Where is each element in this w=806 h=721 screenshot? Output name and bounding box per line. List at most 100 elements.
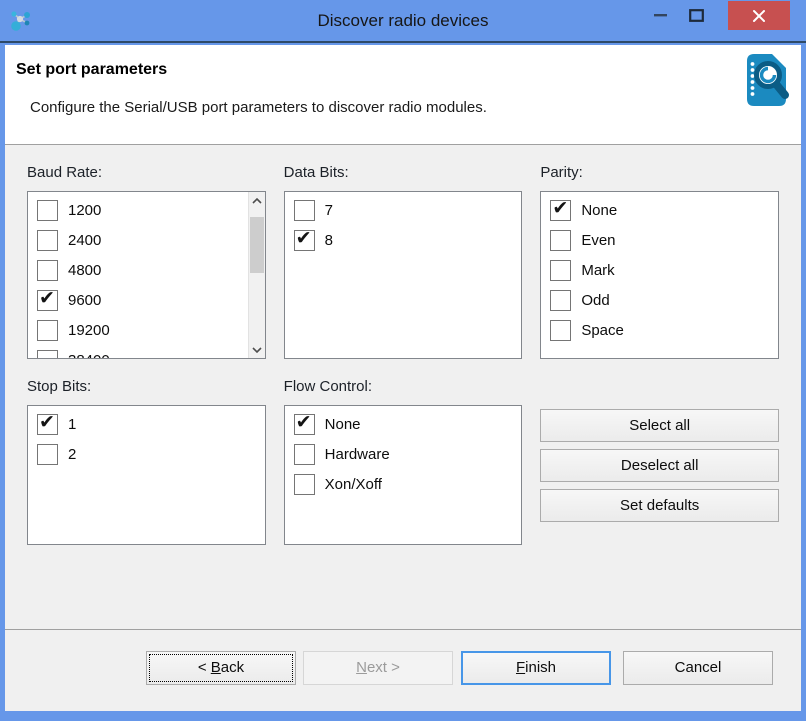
checkbox-label: Xon/Xoff xyxy=(325,476,382,493)
baud-rate-scrollbar[interactable] xyxy=(248,192,265,358)
checkbox-option[interactable]: Even xyxy=(541,225,778,255)
unchecked-checkbox[interactable] xyxy=(37,444,58,465)
titlebar[interactable]: Discover radio devices xyxy=(0,0,806,43)
unchecked-checkbox[interactable] xyxy=(37,350,58,360)
baud-rate-group: Baud Rate: 1200 2400 4800 ✔ 9600 19200 38400 xyxy=(27,162,266,359)
checkbox-label: 2 xyxy=(68,446,76,463)
chevron-down-icon xyxy=(252,347,262,353)
unchecked-checkbox[interactable] xyxy=(37,200,58,221)
minimize-icon xyxy=(654,14,667,17)
checked-checkbox[interactable]: ✔ xyxy=(294,230,315,251)
select-all-button[interactable]: Select all xyxy=(540,409,779,442)
flow-control-list: ✔ None Hardware Xon/Xoff xyxy=(284,405,523,545)
parity-options: ✔ None Even Mark Odd Space xyxy=(541,195,778,345)
checkbox-option[interactable]: 1200 xyxy=(28,195,265,225)
unchecked-checkbox[interactable] xyxy=(37,230,58,251)
checked-checkbox[interactable]: ✔ xyxy=(37,290,58,311)
flow-control-label: Flow Control: xyxy=(284,376,523,398)
set-defaults-button[interactable]: Set defaults xyxy=(540,489,779,522)
checkmark-icon: ✔ xyxy=(39,287,55,311)
checkbox-option[interactable]: Space xyxy=(541,315,778,345)
unchecked-checkbox[interactable] xyxy=(550,290,571,311)
checkbox-label: 19200 xyxy=(68,322,110,339)
selection-buttons: Select all Deselect all Set defaults xyxy=(540,376,779,545)
checkmark-icon: ✔ xyxy=(296,227,312,251)
stop-bits-list: ✔12 xyxy=(27,405,266,545)
checkbox-option[interactable]: ✔1 xyxy=(28,409,265,439)
unchecked-checkbox[interactable] xyxy=(294,474,315,495)
checkbox-label: Hardware xyxy=(325,446,390,463)
data-bits-list: 7✔8 xyxy=(284,191,523,359)
checkbox-option[interactable]: Xon/Xoff xyxy=(285,469,522,499)
checkbox-label: 8 xyxy=(325,232,333,249)
checkbox-label: 4800 xyxy=(68,262,101,279)
finish-button[interactable]: Finish xyxy=(461,651,611,685)
baud-rate-options: 1200 2400 4800 ✔ 9600 19200 38400 xyxy=(28,195,265,359)
checkbox-option[interactable]: Odd xyxy=(541,285,778,315)
checkbox-option[interactable]: 2400 xyxy=(28,225,265,255)
checkbox-label: Even xyxy=(581,232,615,249)
unchecked-checkbox[interactable] xyxy=(550,320,571,341)
checkbox-label: 1 xyxy=(68,416,76,433)
maximize-button[interactable] xyxy=(682,1,711,30)
scrollbar-thumb[interactable] xyxy=(250,217,264,273)
checkbox-option[interactable]: 19200 xyxy=(28,315,265,345)
checkbox-label: Space xyxy=(581,322,624,339)
checked-checkbox[interactable]: ✔ xyxy=(294,414,315,435)
data-bits-label: Data Bits: xyxy=(284,162,523,184)
scrollbar-down-button[interactable] xyxy=(249,341,265,358)
unchecked-checkbox[interactable] xyxy=(550,230,571,251)
radio-module-search-icon xyxy=(743,51,791,109)
checkbox-label: None xyxy=(581,202,617,219)
close-icon xyxy=(752,9,766,23)
chevron-up-icon xyxy=(252,198,262,204)
checked-checkbox[interactable]: ✔ xyxy=(37,414,58,435)
checkbox-label: Odd xyxy=(581,292,609,309)
back-button[interactable]: < Back xyxy=(146,651,296,685)
checkbox-option[interactable]: 4800 xyxy=(28,255,265,285)
maximize-icon xyxy=(689,9,704,22)
checkbox-label: 38400 xyxy=(68,352,110,360)
close-button[interactable] xyxy=(728,1,790,30)
checkmark-icon: ✔ xyxy=(552,197,568,221)
data-bits-options: 7✔8 xyxy=(285,195,522,255)
unchecked-checkbox[interactable] xyxy=(37,320,58,341)
checkbox-label: None xyxy=(325,416,361,433)
parameters-row-1: Baud Rate: 1200 2400 4800 ✔ 9600 19200 38400 xyxy=(27,162,779,359)
checkbox-option[interactable]: 38400 xyxy=(28,345,265,359)
scrollbar-up-button[interactable] xyxy=(249,192,265,209)
discover-radio-devices-dialog: Discover radio devices Set port paramete… xyxy=(0,0,806,721)
unchecked-checkbox[interactable] xyxy=(294,444,315,465)
unchecked-checkbox[interactable] xyxy=(550,260,571,281)
checkbox-option[interactable]: ✔ 9600 xyxy=(28,285,265,315)
cancel-button[interactable]: Cancel xyxy=(623,651,773,685)
wizard-header: Set port parameters Configure the Serial… xyxy=(5,45,801,145)
stop-bits-label: Stop Bits: xyxy=(27,376,266,398)
stop-bits-group: Stop Bits: ✔12 xyxy=(27,376,266,545)
checkbox-label: 1200 xyxy=(68,202,101,219)
checkbox-option[interactable]: Hardware xyxy=(285,439,522,469)
page-title: Set port parameters xyxy=(16,61,167,79)
baud-rate-label: Baud Rate: xyxy=(27,162,266,184)
checkmark-icon: ✔ xyxy=(296,411,312,435)
checkbox-option[interactable]: ✔ None xyxy=(285,409,522,439)
checkbox-option[interactable]: ✔8 xyxy=(285,225,522,255)
checkbox-option[interactable]: ✔ None xyxy=(541,195,778,225)
minimize-button[interactable] xyxy=(646,1,675,30)
stop-bits-options: ✔12 xyxy=(28,409,265,469)
checkbox-label: 7 xyxy=(325,202,333,219)
parameters-row-2: Stop Bits: ✔12 Flow Control: ✔NoneHardwa… xyxy=(27,376,779,545)
checkbox-option[interactable]: Mark xyxy=(541,255,778,285)
parity-group: Parity: ✔NoneEvenMarkOddSpace xyxy=(540,162,779,359)
data-bits-group: Data Bits: 7✔8 xyxy=(284,162,523,359)
unchecked-checkbox[interactable] xyxy=(37,260,58,281)
flow-control-group: Flow Control: ✔ None Hardware Xon/Xoff xyxy=(284,376,523,545)
baud-rate-list: 1200 2400 4800 ✔ 9600 19200 38400 xyxy=(27,191,266,359)
checked-checkbox[interactable]: ✔ xyxy=(550,200,571,221)
deselect-all-button[interactable]: Deselect all xyxy=(540,449,779,482)
unchecked-checkbox[interactable] xyxy=(294,200,315,221)
checkbox-label: 9600 xyxy=(68,292,101,309)
checkbox-option[interactable]: 2 xyxy=(28,439,265,469)
molecule-app-icon xyxy=(8,9,32,33)
checkbox-option[interactable]: 7 xyxy=(285,195,522,225)
